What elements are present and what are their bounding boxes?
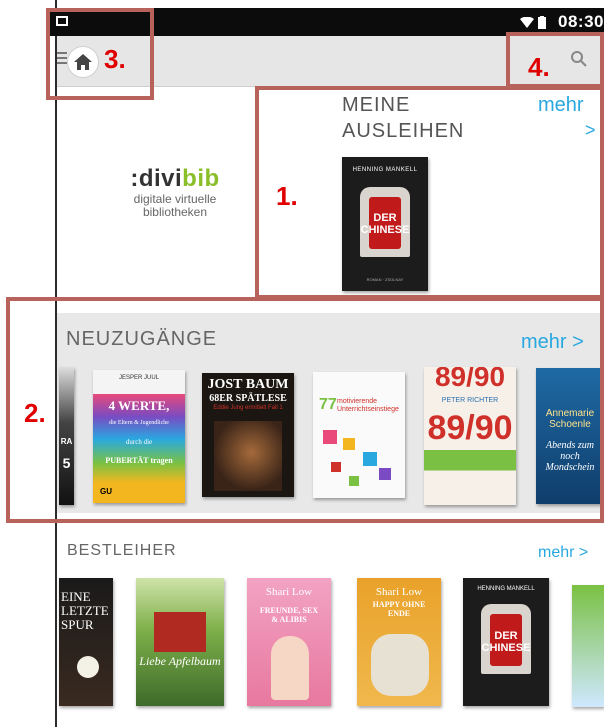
book-title-line2: CHINESE bbox=[481, 642, 531, 654]
book-title: Liebe Apfelbaum bbox=[139, 654, 221, 668]
book-cover-freunde-sex-alibis[interactable]: Shari Low FREUNDE, SEX & ALIBIS bbox=[247, 578, 331, 706]
book-cover-der-chinese-2[interactable]: HENNING MANKELL DER CHINESE bbox=[463, 578, 549, 706]
book-cover-liebe-apfelbaum[interactable]: Liebe Apfelbaum bbox=[136, 578, 224, 706]
annotation-box-1 bbox=[255, 86, 604, 299]
annotation-label-3: 3. bbox=[104, 44, 126, 74]
logo-suffix: bib bbox=[182, 165, 220, 192]
book-cover-partial-right[interactable] bbox=[572, 585, 604, 707]
logo-prefix: :divi bbox=[130, 165, 183, 192]
logo-line2: bibliotheken bbox=[142, 205, 208, 219]
book-title: FREUNDE, SEX & ALIBIS bbox=[259, 606, 319, 624]
annotation-box-3 bbox=[46, 8, 154, 100]
annotation-label-1: 1. bbox=[276, 181, 298, 211]
annotation-box-4 bbox=[506, 32, 604, 88]
book-title-line1: DER bbox=[494, 630, 518, 642]
book-cover-happy-ohne-ende[interactable]: Shari Low HAPPY OHNE ENDE bbox=[357, 578, 441, 706]
book-author: Shari Low bbox=[265, 586, 313, 598]
book-cover-eine-letzte-spur[interactable]: EINE LETZTE SPUR bbox=[59, 578, 113, 706]
status-icons bbox=[520, 16, 546, 29]
annotation-box-2 bbox=[6, 297, 604, 523]
book-cover-house bbox=[154, 612, 206, 652]
status-time: 08:30 bbox=[558, 12, 604, 31]
book-cover-art bbox=[371, 634, 429, 696]
bestleiher-more-link[interactable]: mehr > bbox=[538, 544, 588, 562]
book-title: EINE LETZTE SPUR bbox=[61, 589, 109, 632]
book-author: Shari Low bbox=[375, 586, 423, 598]
book-cover-art bbox=[77, 656, 99, 678]
book-cover-art bbox=[271, 636, 309, 700]
book-author: HENNING MANKELL bbox=[477, 586, 535, 592]
bestleiher-title: BESTLEIHER bbox=[67, 542, 177, 559]
wifi-icon bbox=[520, 16, 534, 28]
battery-icon bbox=[538, 16, 546, 29]
book-title: HAPPY OHNE ENDE bbox=[372, 600, 426, 618]
annotation-label-4: 4. bbox=[528, 52, 550, 82]
divibib-logo: :divibib digitale virtuelle bibliotheken bbox=[120, 165, 230, 219]
annotation-label-2: 2. bbox=[24, 398, 46, 428]
